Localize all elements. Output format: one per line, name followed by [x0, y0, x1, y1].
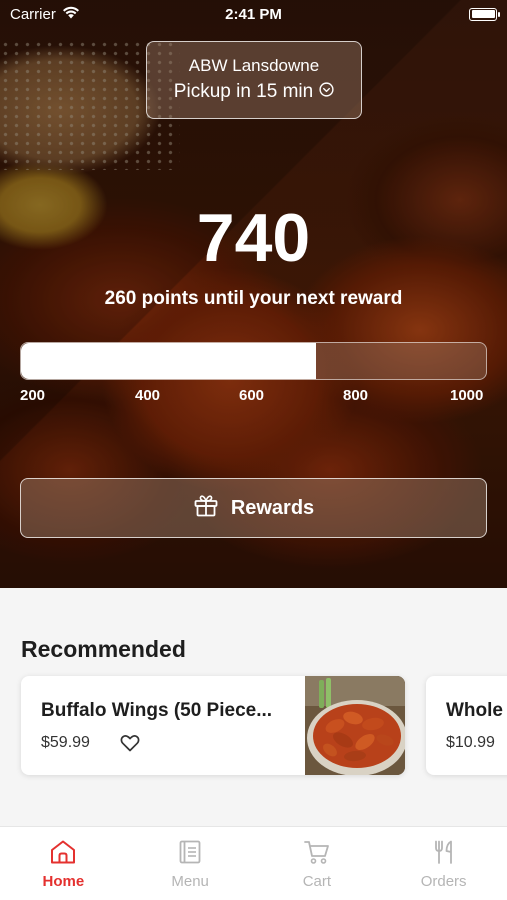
- points-progress-fill: [21, 343, 317, 379]
- status-bar: Carrier 2:41 PM: [0, 0, 507, 28]
- tab-orders[interactable]: Orders: [380, 827, 507, 900]
- fork-knife-icon: [431, 839, 457, 869]
- product-name: Whole: [446, 700, 503, 721]
- battery-icon: [469, 7, 500, 21]
- tab-menu[interactable]: Menu: [127, 827, 254, 900]
- product-card[interactable]: Buffalo Wings (50 Piece... $59.99: [21, 676, 405, 775]
- cart-icon: [303, 839, 331, 869]
- menu-book-icon: [177, 839, 203, 869]
- gift-icon: [193, 493, 219, 523]
- rewards-button-label: Rewards: [230, 496, 315, 519]
- location-selector[interactable]: ABW Lansdowne Pickup in 15 min: [146, 41, 362, 119]
- progress-tick-label: 600: [239, 387, 265, 404]
- bottom-tab-bar: Home Menu Cart Orders: [0, 826, 507, 900]
- points-balance: 740: [196, 200, 311, 276]
- buffalo-wings-image: [305, 676, 405, 775]
- progress-tick-label: 1000: [450, 387, 484, 404]
- product-price: $10.99: [446, 734, 495, 751]
- tab-orders-label: Orders: [420, 873, 467, 890]
- tab-menu-label: Menu: [171, 873, 209, 890]
- pickup-time: Pickup in 15 min: [173, 81, 314, 102]
- tab-home[interactable]: Home: [0, 827, 127, 900]
- points-caption: 260 points until your next reward: [104, 288, 403, 309]
- progress-tick-label: 800: [343, 387, 369, 404]
- progress-tick-label: 200: [20, 387, 46, 404]
- home-screen: Carrier 2:41 PM ABW Lansdowne Pickup in …: [0, 0, 507, 900]
- progress-tick-label: 400: [135, 387, 161, 404]
- product-price: $59.99: [41, 734, 90, 751]
- section-title-recommended: Recommended: [21, 636, 186, 662]
- product-name: Buffalo Wings (50 Piece...: [41, 700, 273, 721]
- tab-cart-label: Cart: [302, 873, 332, 890]
- chevron-down-icon: [319, 81, 334, 103]
- home-icon: [49, 839, 77, 869]
- points-progress-bar: [20, 342, 487, 380]
- tab-cart[interactable]: Cart: [254, 827, 381, 900]
- store-name: ABW Lansdowne: [188, 56, 320, 75]
- clock: 2:41 PM: [225, 5, 282, 23]
- tab-home-label: Home: [42, 873, 85, 890]
- rewards-button[interactable]: Rewards: [20, 478, 487, 538]
- product-card[interactable]: Whole $10.99: [426, 676, 507, 775]
- favorite-heart-icon[interactable]: [120, 734, 140, 757]
